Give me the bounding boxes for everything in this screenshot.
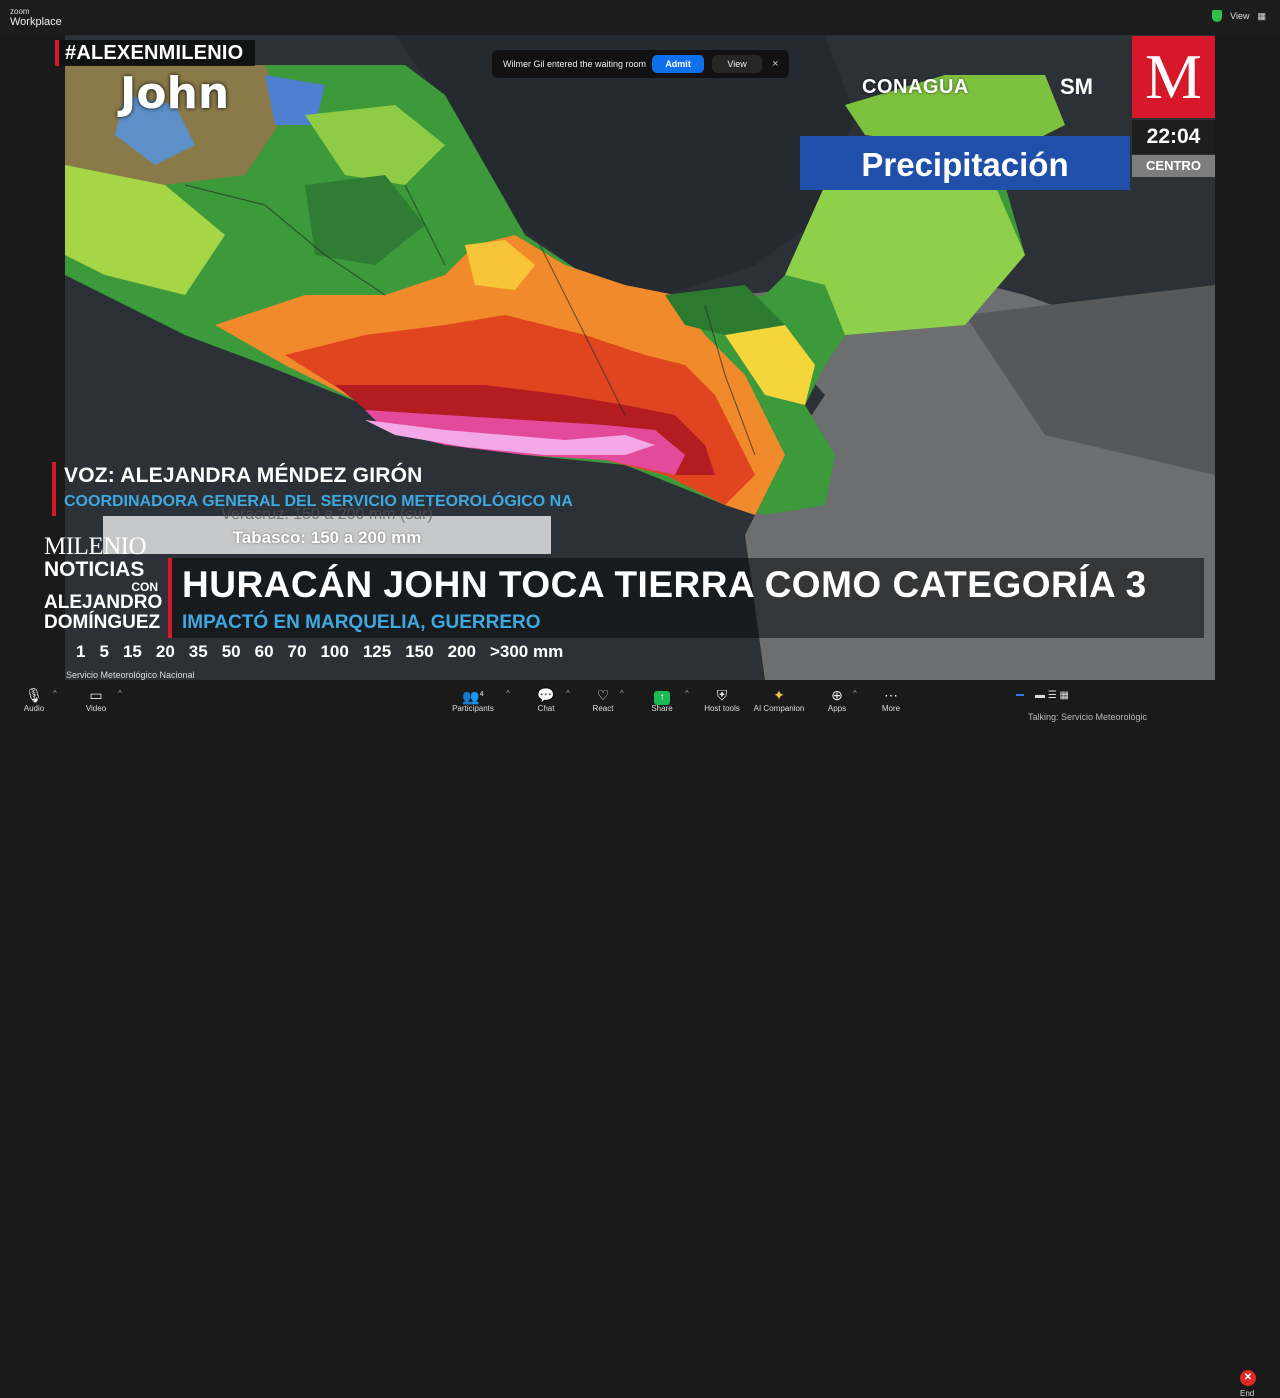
zoom-logo: zoom Workplace [10,8,62,28]
smn-logo: SM [1060,74,1093,99]
audio-label: Audio [23,704,45,713]
talking-indicator: Talking: Servicio Meteorológic [1028,712,1148,722]
milenio-channel-logo: M [1132,36,1215,118]
scale-value: 15 [122,642,142,661]
precipitation-scale: 1 5 15 20 35 50 60 70 100 125 150 200 >3… [76,642,577,662]
participants-button[interactable]: 👥4 Participants [443,686,503,713]
end-label[interactable]: End [1240,1389,1254,1398]
broadcast-clock: 22:04 [1132,120,1215,154]
admit-button[interactable]: Admit [652,55,705,73]
participants-icon: 👥4 [462,688,484,705]
more-dots-icon: ⋯ [884,687,898,703]
ai-sparkle-icon: ✦ [773,687,785,703]
chat-caret-icon[interactable]: ^ [566,689,570,698]
scale-value: 20 [155,642,175,661]
react-icon: ♡ [596,687,610,703]
headline-text: HURACÁN JOHN TOCA TIERRA COMO CATEGORÍA … [182,564,1147,605]
speaker-view-icon[interactable] [1016,694,1024,696]
react-label: React [592,704,614,713]
share-caret-icon[interactable]: ^ [685,689,689,698]
headline-bar: HURACÁN JOHN TOCA TIERRA COMO CATEGORÍA … [168,558,1204,638]
show-logo-host-first: ALEJANDRO [44,592,163,613]
map-legend-box: Veracruz: 150 a 200 mm (sur) Tabasco: 15… [103,506,551,554]
apps-label: Apps [827,704,847,713]
apps-icon: ⊕ [831,687,843,703]
scale-value: 1 [76,642,86,661]
ai-companion-label: AI Companion [753,704,805,713]
view-waiting-room-button[interactable]: View [712,55,763,73]
participants-count: 4 [479,691,484,698]
participants-caret-icon[interactable]: ^ [506,689,510,698]
show-logo: MILENIO NOTICIAS CON ALEJANDRO DOMÍNGUEZ [44,533,166,637]
end-meeting-icon[interactable]: ✕ [1240,1370,1256,1386]
show-logo-host-last: DOMÍNGUEZ [44,612,161,633]
time-zone-label: CENTRO [1132,155,1215,177]
show-logo-milenio: MILENIO [44,533,147,560]
subheadline-text: IMPACTÓ EN MARQUELIA, GUERRERO [182,612,541,633]
react-caret-icon[interactable]: ^ [620,689,624,698]
audio-options-caret-icon[interactable]: ^ [53,689,57,698]
react-button[interactable]: ♡ React [573,686,633,713]
scale-value: 200 [447,642,476,661]
section-title: Precipitación [800,136,1130,190]
legend-line-1: Veracruz: 150 a 200 mm (sur) [221,506,433,523]
chat-label: Chat [537,704,555,713]
video-label: Video [85,704,107,713]
view-menu-button[interactable]: View [1230,11,1249,21]
brand-main: Workplace [10,16,62,28]
show-logo-noticias: NOTICIAS [44,558,145,581]
speaker-name: VOZ: ALEJANDRA MÉNDEZ GIRÓN [64,464,423,487]
scale-value: 70 [287,642,307,661]
video-source-label: Servicio Meteorológico Nacional [66,670,195,680]
scale-value: 50 [221,642,241,661]
apps-caret-icon[interactable]: ^ [853,689,857,698]
scale-value: >300 mm [489,642,564,661]
share-label: Share [651,704,673,713]
video-options-caret-icon[interactable]: ^ [118,689,122,698]
participants-label: Participants [452,704,494,713]
host-tools-button[interactable]: ⛨ Host tools [692,686,752,713]
scale-value: 5 [99,642,109,661]
hurricane-map-label: John [120,68,230,119]
scale-value: 100 [320,642,349,661]
show-hashtag: #ALEXENMILENIO [55,40,256,66]
share-screen-icon: ↑ [632,686,692,705]
video-button[interactable]: ▭ Video [66,686,126,713]
camera-icon: ▭ [89,687,103,703]
scale-value: 35 [188,642,208,661]
legend-line-2: Tabasco: 150 a 200 mm [232,528,422,547]
share-button[interactable]: ↑ Share [632,686,692,713]
conagua-logo: CONAGUA [862,76,969,98]
apps-button[interactable]: ⊕ Apps [807,686,867,713]
gallery-view-icon[interactable]: ▬ ☰ ▦ [1035,690,1069,701]
host-tools-label: Host tools [704,704,740,713]
brand-small: zoom [10,7,30,16]
scale-value: 60 [254,642,274,661]
more-button[interactable]: ⋯ More [861,686,921,713]
security-shield-icon[interactable] [1212,10,1223,22]
waiting-room-notification: Wilmer Gil entered the waiting room Admi… [492,50,789,78]
ai-companion-button[interactable]: ✦ AI Companion [749,686,809,713]
scale-value: 150 [405,642,434,661]
notification-message: Wilmer Gil entered the waiting room [503,59,647,69]
scale-value: 125 [362,642,392,661]
more-label: More [881,704,901,713]
host-tools-shield-icon: ⛨ [716,687,728,703]
close-notification-icon[interactable]: × [772,58,778,70]
zoom-title-bar: zoom Workplace View ▦ [0,0,1280,34]
view-grid-icon[interactable]: ▦ [1257,11,1266,22]
